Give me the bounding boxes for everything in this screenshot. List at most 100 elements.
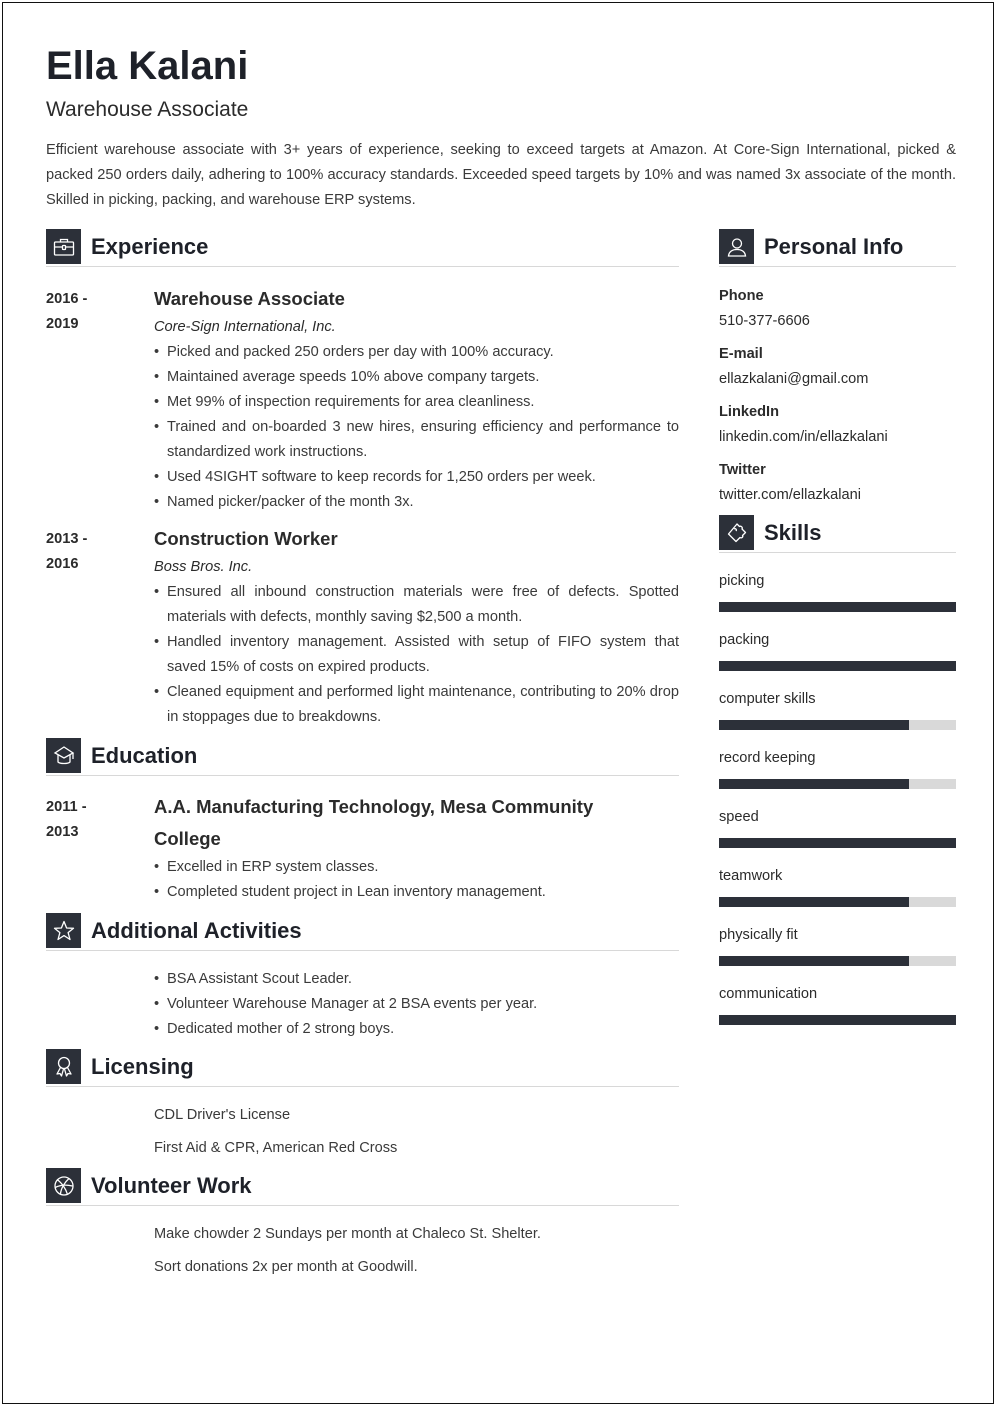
skill-name: communication — [719, 986, 818, 1002]
section-education-header: Education — [46, 738, 679, 776]
skill-level-fill — [719, 720, 909, 730]
bullet-item: Named picker/packer of the month 3x. — [154, 490, 679, 515]
info-value-twitter: twitter.com/ellazkalani — [719, 487, 861, 503]
date-start: 2016 - — [46, 291, 88, 307]
date-end: 2019 — [46, 316, 79, 332]
info-label-phone: Phone — [719, 288, 764, 304]
skill-item: picking — [719, 571, 956, 612]
skill-name: record keeping — [719, 750, 816, 766]
skill-name: packing — [719, 632, 770, 648]
date-range: 2011 - 2013 — [46, 795, 136, 845]
bullet-item: Handled inventory management. Assisted w… — [154, 630, 679, 680]
user-icon — [719, 229, 754, 264]
licensing-list: CDL Driver's License First Aid & CPR, Am… — [154, 1103, 679, 1169]
skill-level-fill — [719, 661, 956, 671]
personal-info-list: Phone 510-377-6606 E-mail ellazkalani@gm… — [719, 284, 956, 516]
info-label-linkedin: LinkedIn — [719, 404, 779, 420]
bullet-item: Dedicated mother of 2 strong boys. — [154, 1017, 679, 1042]
section-licensing-header: Licensing — [46, 1049, 679, 1087]
graduation-cap-icon — [46, 738, 81, 773]
briefcase-icon — [46, 229, 81, 264]
date-end: 2013 — [46, 824, 79, 840]
volunteer-list: Make chowder 2 Sundays per month at Chal… — [154, 1222, 679, 1288]
activities-bullets: BSA Assistant Scout Leader. Volunteer Wa… — [154, 967, 679, 1042]
skill-level-track — [719, 838, 956, 848]
skill-level-fill — [719, 838, 956, 848]
skill-item: record keeping — [719, 748, 956, 789]
degree: A.A. Manufacturing Technology, Mesa Comm… — [154, 796, 594, 849]
skill-name: speed — [719, 809, 759, 825]
skill-level-track — [719, 779, 956, 789]
date-start: 2011 - — [46, 799, 87, 815]
bullet-item: Maintained average speeds 10% above comp… — [154, 365, 679, 390]
skill-item: computer skills — [719, 689, 956, 730]
bullet-item: Picked and packed 250 orders per day wit… — [154, 340, 679, 365]
info-value-email: ellazkalani@gmail.com — [719, 371, 869, 387]
date-end: 2016 — [46, 556, 79, 572]
job-bullets: Ensured all inbound construction materia… — [154, 580, 679, 730]
info-value-linkedin: linkedin.com/in/ellazkalani — [719, 429, 888, 445]
skill-item: packing — [719, 630, 956, 671]
skill-level-track — [719, 661, 956, 671]
license-item: First Aid & CPR, American Red Cross — [154, 1140, 398, 1156]
skill-name: computer skills — [719, 691, 816, 707]
skill-level-fill — [719, 602, 956, 612]
bullet-item: Used 4SIGHT software to keep records for… — [154, 465, 679, 490]
skill-level-fill — [719, 897, 909, 907]
section-title: Personal Info — [764, 233, 904, 259]
puzzle-icon — [719, 515, 754, 550]
skill-name: picking — [719, 573, 765, 589]
section-experience-header: Experience — [46, 229, 679, 267]
resume-page: Ella Kalani Warehouse Associate Efficien… — [2, 2, 994, 1404]
section-title: Experience — [91, 233, 209, 259]
info-label-email: E-mail — [719, 346, 763, 362]
date-start: 2013 - — [46, 531, 88, 547]
volunteer-item: Sort donations 2x per month at Goodwill. — [154, 1259, 418, 1275]
skill-level-fill — [719, 1015, 956, 1025]
bullet-item: Completed student project in Lean invent… — [154, 880, 624, 905]
section-volunteer-header: Volunteer Work — [46, 1168, 679, 1206]
star-icon — [46, 913, 81, 948]
section-personal-info-header: Personal Info — [719, 229, 956, 267]
skill-item: communication — [719, 984, 956, 1025]
section-title: Licensing — [91, 1053, 194, 1079]
bullet-item: Volunteer Warehouse Manager at 2 BSA eve… — [154, 992, 679, 1017]
section-title: Volunteer Work — [91, 1172, 252, 1198]
skill-name: physically fit — [719, 927, 798, 943]
bullet-item: Cleaned equipment and performed light ma… — [154, 680, 679, 730]
skill-level-fill — [719, 779, 909, 789]
skill-item: physically fit — [719, 925, 956, 966]
education-bullets: Excelled in ERP system classes. Complete… — [154, 855, 624, 905]
section-title: Education — [91, 742, 198, 768]
license-item: CDL Driver's License — [154, 1107, 291, 1123]
skill-level-track — [719, 720, 956, 730]
bullet-item: Trained and on-boarded 3 new hires, ensu… — [154, 415, 679, 465]
job-bullets: Picked and packed 250 orders per day wit… — [154, 340, 679, 515]
bullet-item: Met 99% of inspection requirements for a… — [154, 390, 679, 415]
date-range: 2013 - 2016 — [46, 527, 136, 577]
skill-level-track — [719, 1015, 956, 1025]
volunteer-item: Make chowder 2 Sundays per month at Chal… — [154, 1226, 541, 1242]
company-name: Boss Bros. Inc. — [154, 559, 253, 575]
company-name: Core-Sign International, Inc. — [154, 319, 336, 335]
summary: Efficient warehouse associate with 3+ ye… — [46, 142, 956, 208]
job-role: Warehouse Associate — [154, 288, 345, 309]
section-activities-header: Additional Activities — [46, 913, 679, 951]
skill-name: teamwork — [719, 868, 783, 884]
skill-item: teamwork — [719, 866, 956, 907]
section-skills-header: Skills — [719, 515, 956, 553]
skill-level-fill — [719, 956, 909, 966]
info-label-twitter: Twitter — [719, 462, 766, 478]
bullet-item: Excelled in ERP system classes. — [154, 855, 624, 880]
bullet-item: BSA Assistant Scout Leader. — [154, 967, 679, 992]
bullet-item: Ensured all inbound construction materia… — [154, 580, 679, 630]
globe-ball-icon — [46, 1168, 81, 1203]
section-title: Additional Activities — [91, 917, 302, 943]
date-range: 2016 - 2019 — [46, 287, 136, 337]
section-title: Skills — [764, 519, 822, 545]
skill-level-track — [719, 897, 956, 907]
info-value-phone: 510-377-6606 — [719, 313, 810, 329]
skill-level-track — [719, 602, 956, 612]
skill-item: speed — [719, 807, 956, 848]
skill-level-track — [719, 956, 956, 966]
